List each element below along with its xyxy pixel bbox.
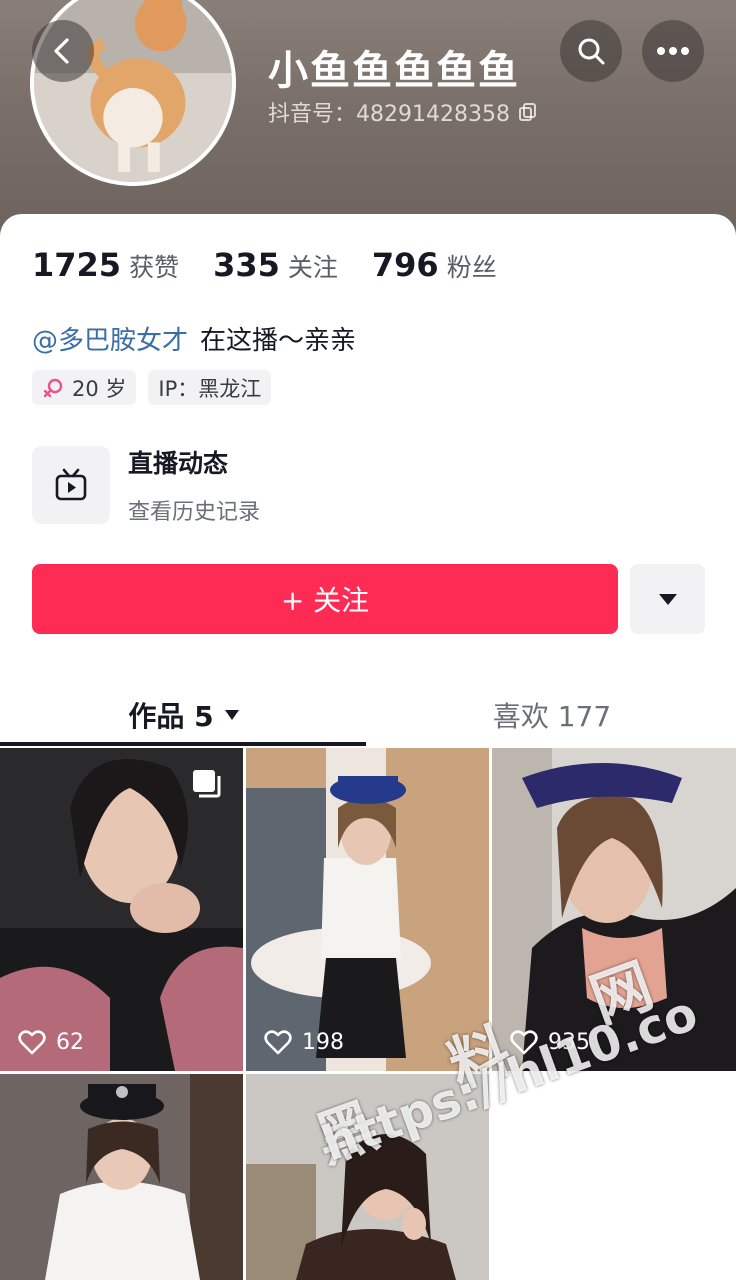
heart-icon — [510, 1030, 538, 1055]
douyin-id: 抖音号：48291428358 — [268, 96, 538, 128]
profile-header: 小鱼鱼鱼鱼鱼 抖音号：48291428358 — [0, 0, 736, 240]
female-icon — [43, 378, 63, 397]
search-icon — [578, 38, 605, 65]
copy-icon[interactable] — [518, 102, 538, 122]
like-count: 935 — [510, 1029, 590, 1055]
video-thumbnail[interactable] — [0, 1074, 243, 1280]
like-count-text: 198 — [302, 1029, 344, 1055]
video-thumbnail[interactable]: 198 — [246, 748, 489, 1071]
active-tab-indicator — [0, 742, 366, 746]
bio-mention-link[interactable]: @多巴胺女才 — [32, 320, 188, 357]
follow-button-label: + 关注 — [280, 584, 370, 617]
stat-value: 335 — [213, 246, 280, 284]
video-thumbnail-image — [246, 748, 489, 1071]
tab-works[interactable]: 作品 5 — [0, 684, 368, 746]
live-text-block: 直播动态 查看历史记录 — [128, 444, 260, 526]
stat-label: 获赞 — [129, 253, 180, 282]
tag-row: 20 岁 IP：黑龙江 — [32, 370, 272, 405]
tab-works-label: 作品 5 — [128, 700, 214, 733]
heart-icon — [264, 1030, 292, 1055]
age-tag: 20 岁 — [32, 370, 137, 405]
douyin-id-text: 抖音号：48291428358 — [268, 102, 510, 127]
back-button[interactable] — [32, 20, 94, 82]
bio-text: 在这播～亲亲 — [200, 326, 357, 356]
bio: @多巴胺女才 在这播～亲亲 — [32, 320, 356, 357]
live-subtitle: 查看历史记录 — [128, 500, 261, 525]
search-button[interactable] — [560, 20, 622, 82]
video-thumbnail-image — [0, 1074, 243, 1280]
like-count: 198 — [264, 1029, 344, 1055]
heart-icon — [18, 1030, 46, 1055]
stat-likes[interactable]: 1725 获赞 — [32, 246, 179, 284]
live-title: 直播动态 — [128, 449, 229, 478]
age-text: 20 岁 — [72, 376, 127, 401]
ip-text: IP：黑龙江 — [158, 376, 262, 401]
multi-image-icon — [193, 770, 221, 798]
video-thumbnail-image — [246, 1074, 489, 1280]
stat-label: 关注 — [287, 253, 338, 282]
recommend-dropdown-button[interactable] — [630, 564, 705, 634]
follow-button[interactable]: + 关注 — [32, 564, 618, 634]
more-icon — [657, 47, 689, 55]
stat-value: 796 — [371, 246, 439, 284]
stat-value: 1725 — [32, 246, 122, 284]
chevron-left-icon — [54, 38, 69, 64]
video-thumbnail[interactable] — [246, 1074, 489, 1280]
caret-down-icon — [224, 710, 239, 720]
like-count-text: 935 — [548, 1029, 590, 1055]
like-count-text: 62 — [56, 1029, 84, 1055]
caret-down-icon — [658, 594, 677, 605]
content-tabs: 作品 5 喜欢 177 — [0, 684, 736, 746]
stats-row: 1725 获赞 335 关注 796 粉丝 — [32, 246, 497, 284]
tab-likes[interactable]: 喜欢 177 — [368, 684, 736, 746]
more-button[interactable] — [642, 20, 704, 82]
live-icon-box — [32, 446, 110, 524]
tv-icon — [55, 468, 87, 501]
video-thumbnail[interactable]: 62 — [0, 748, 243, 1071]
tab-likes-label: 喜欢 177 — [492, 700, 612, 733]
stat-followers[interactable]: 796 粉丝 — [372, 246, 497, 284]
live-history-entry[interactable]: 直播动态 查看历史记录 — [32, 444, 260, 526]
video-thumbnail[interactable]: 935 — [492, 748, 736, 1071]
stat-following[interactable]: 335 关注 — [213, 246, 338, 284]
video-thumbnail-image — [492, 748, 736, 1071]
like-count: 62 — [18, 1029, 84, 1055]
ip-tag: IP：黑龙江 — [148, 370, 272, 405]
stat-label: 粉丝 — [446, 253, 497, 282]
nickname: 小鱼鱼鱼鱼鱼 — [268, 48, 520, 94]
